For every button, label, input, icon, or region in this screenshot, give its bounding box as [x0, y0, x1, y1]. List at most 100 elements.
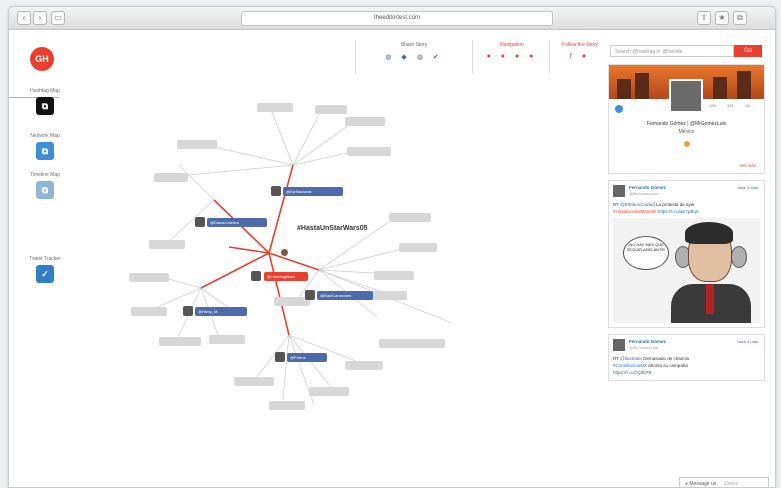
nav-dot-icon[interactable]: ● — [515, 53, 523, 60]
leaf-node[interactable] — [159, 337, 201, 346]
leaf-node[interactable] — [374, 271, 414, 280]
avatar[interactable] — [613, 185, 625, 197]
headphone-right — [731, 246, 747, 268]
search-button[interactable]: Go — [734, 45, 762, 57]
sidebar-item-label: Network Map — [30, 133, 60, 139]
nav-dot-icon[interactable]: ● — [487, 53, 495, 60]
cartoon-tie — [706, 284, 714, 314]
hub-node[interactable]: @RaulCanciones — [317, 291, 373, 300]
navigation-icons: ● ● ● ● — [477, 53, 547, 60]
sidebar-item-hashtag-map[interactable]: Hashtag Map ⧉ — [21, 88, 69, 115]
back-button[interactable]: ‹ — [17, 11, 31, 25]
leaf-node[interactable] — [177, 140, 217, 149]
tweet-mention[interactable]: @Ilustrado — [620, 356, 642, 361]
follow-story-group: Follow the Story f ● — [552, 42, 608, 60]
page-content: GH Hashtag Map ⧉ Network Map ⧉ Timeline … — [9, 30, 775, 487]
leaf-node[interactable] — [345, 117, 385, 126]
avatar — [305, 290, 315, 300]
tweet-body: La protesta de ayer — [655, 202, 695, 207]
speech-bubble: ¡NO HAY MÁS QUE SEGUIR ADELANTE! — [623, 236, 669, 270]
share-link-icon[interactable]: ◍ — [385, 54, 395, 61]
tweet-author[interactable]: Fernando Gómez — [629, 185, 666, 190]
hub-node[interactable]: @Petrus — [287, 353, 327, 362]
sidebar-item-label: Tweet Tracker — [29, 256, 61, 262]
tweet-time[interactable]: hace 4 días — [737, 339, 758, 344]
leaf-node[interactable] — [345, 361, 383, 370]
leaf-node[interactable] — [269, 401, 305, 410]
share-google-icon[interactable]: ◍ — [417, 54, 427, 61]
sidebar-toggle-button[interactable]: ▭ — [51, 11, 65, 25]
leaf-node[interactable] — [234, 377, 274, 386]
tweet-rt: RT — [613, 202, 619, 207]
nav-dot-icon[interactable]: ● — [529, 53, 537, 60]
chat-icon: ● — [685, 481, 689, 487]
facebook-icon[interactable]: f — [570, 53, 576, 60]
tweet-url[interactable]: https://t.co/zQ3bP9 — [613, 370, 651, 375]
share-facebook-icon[interactable]: ◆ — [401, 54, 410, 61]
profile-name[interactable]: Fernando Gómez | @MrGomezLuis — [609, 121, 764, 127]
sidebar-item-label: Timeline Map — [30, 172, 60, 178]
center-node[interactable]: @HashtagBlast — [264, 272, 308, 281]
leaf-node[interactable] — [367, 291, 407, 300]
browser-window: ‹ › ▭ theeditortest.com ⇧ ★ ⧉ GH Hashtag… — [8, 6, 776, 488]
address-bar[interactable]: theeditortest.com — [241, 11, 553, 26]
leaf-node[interactable] — [154, 173, 188, 182]
group-label: Follow the Story — [562, 42, 598, 48]
hashtag-node[interactable] — [281, 249, 288, 256]
message-status: Online — [723, 481, 739, 487]
tweet-author[interactable]: Fernando Gómez — [629, 339, 666, 344]
leaf-node[interactable] — [131, 307, 167, 316]
leaf-node[interactable] — [315, 105, 347, 114]
banner-building — [737, 71, 751, 99]
leaf-node[interactable] — [209, 335, 245, 344]
leaf-node[interactable] — [309, 387, 349, 396]
sidebar-item-network-map[interactable]: Network Map ⧉ — [21, 133, 69, 160]
tweet-mention[interactable]: @ElDiarioCiudad — [620, 202, 655, 207]
timeline-icon: ⧉ — [36, 181, 54, 199]
avatar — [183, 306, 193, 316]
hub-node[interactable]: @DianaCatedra — [207, 218, 267, 227]
profile-avatar[interactable] — [669, 79, 703, 113]
avatar — [271, 186, 281, 196]
header-divider — [472, 40, 473, 74]
twitter-icon: ✓ — [36, 265, 54, 283]
tabs-button[interactable]: ⧉ — [733, 11, 747, 25]
tweet-image[interactable]: ¡NO HAY MÁS QUE SEGUIR ADELANTE! — [613, 218, 760, 323]
nav-dot-icon[interactable]: ● — [501, 53, 509, 60]
app-logo[interactable]: GH — [30, 47, 54, 71]
tweet-hashtag[interactable]: #ConstitucionMX — [613, 363, 647, 368]
follow-dot-icon[interactable]: ● — [582, 53, 590, 60]
hub-node[interactable]: @EjeNacional — [283, 187, 343, 196]
leaf-node[interactable] — [389, 213, 431, 222]
leaf-node[interactable] — [379, 339, 445, 348]
profile-stat: 18 — [745, 103, 750, 108]
hub-node[interactable]: @Hizvy_M — [195, 307, 247, 316]
share-twitter-icon[interactable]: ✔ — [433, 54, 443, 61]
tweet-url[interactable]: https://t.co/aE7pBqS — [658, 209, 699, 214]
tweet-header: Fernando Gómez @MrGomezLuis hace 4 días — [613, 339, 760, 353]
leaf-node[interactable] — [257, 103, 293, 112]
leaf-node[interactable] — [347, 147, 391, 156]
leaf-node[interactable] — [129, 273, 169, 282]
search-input[interactable]: Search @hashtag or @handle — [610, 45, 734, 57]
avatar — [195, 217, 205, 227]
tweet-handle: @MrGomezLuis — [629, 191, 658, 196]
sidebar-item-tweet-tracker[interactable]: Tweet Tracker ✓ — [21, 256, 69, 283]
avatar[interactable] — [613, 339, 625, 351]
network-graph: #HastaUnStarWars05 @HashtagBlast @EjeNac… — [109, 95, 459, 425]
sidebar-item-timeline-map[interactable]: Timeline Map ⧉ — [21, 172, 69, 199]
leaf-node[interactable] — [399, 243, 437, 252]
share-button[interactable]: ⇧ — [697, 11, 711, 25]
group-label: Navigation — [500, 42, 524, 48]
tweet-time[interactable]: hace 3 días — [737, 185, 758, 190]
follow-icons: f ● — [552, 53, 608, 60]
share-icons: ◍ ◆ ◍ ✔ — [379, 53, 449, 61]
leaf-node[interactable] — [149, 240, 185, 249]
forward-button[interactable]: › — [33, 11, 47, 25]
tweet-card: Fernando Gómez @MrGomezLuis hace 4 días … — [608, 334, 765, 381]
hashtag-label[interactable]: #HastaUnStarWars05 — [297, 225, 368, 232]
bookmark-button[interactable]: ★ — [715, 11, 729, 25]
verified-icon — [615, 105, 623, 113]
view-more-link[interactable]: Ver más — [739, 163, 756, 168]
tweet-hashtag[interactable]: #HastaUnStarWars05 — [613, 209, 657, 214]
